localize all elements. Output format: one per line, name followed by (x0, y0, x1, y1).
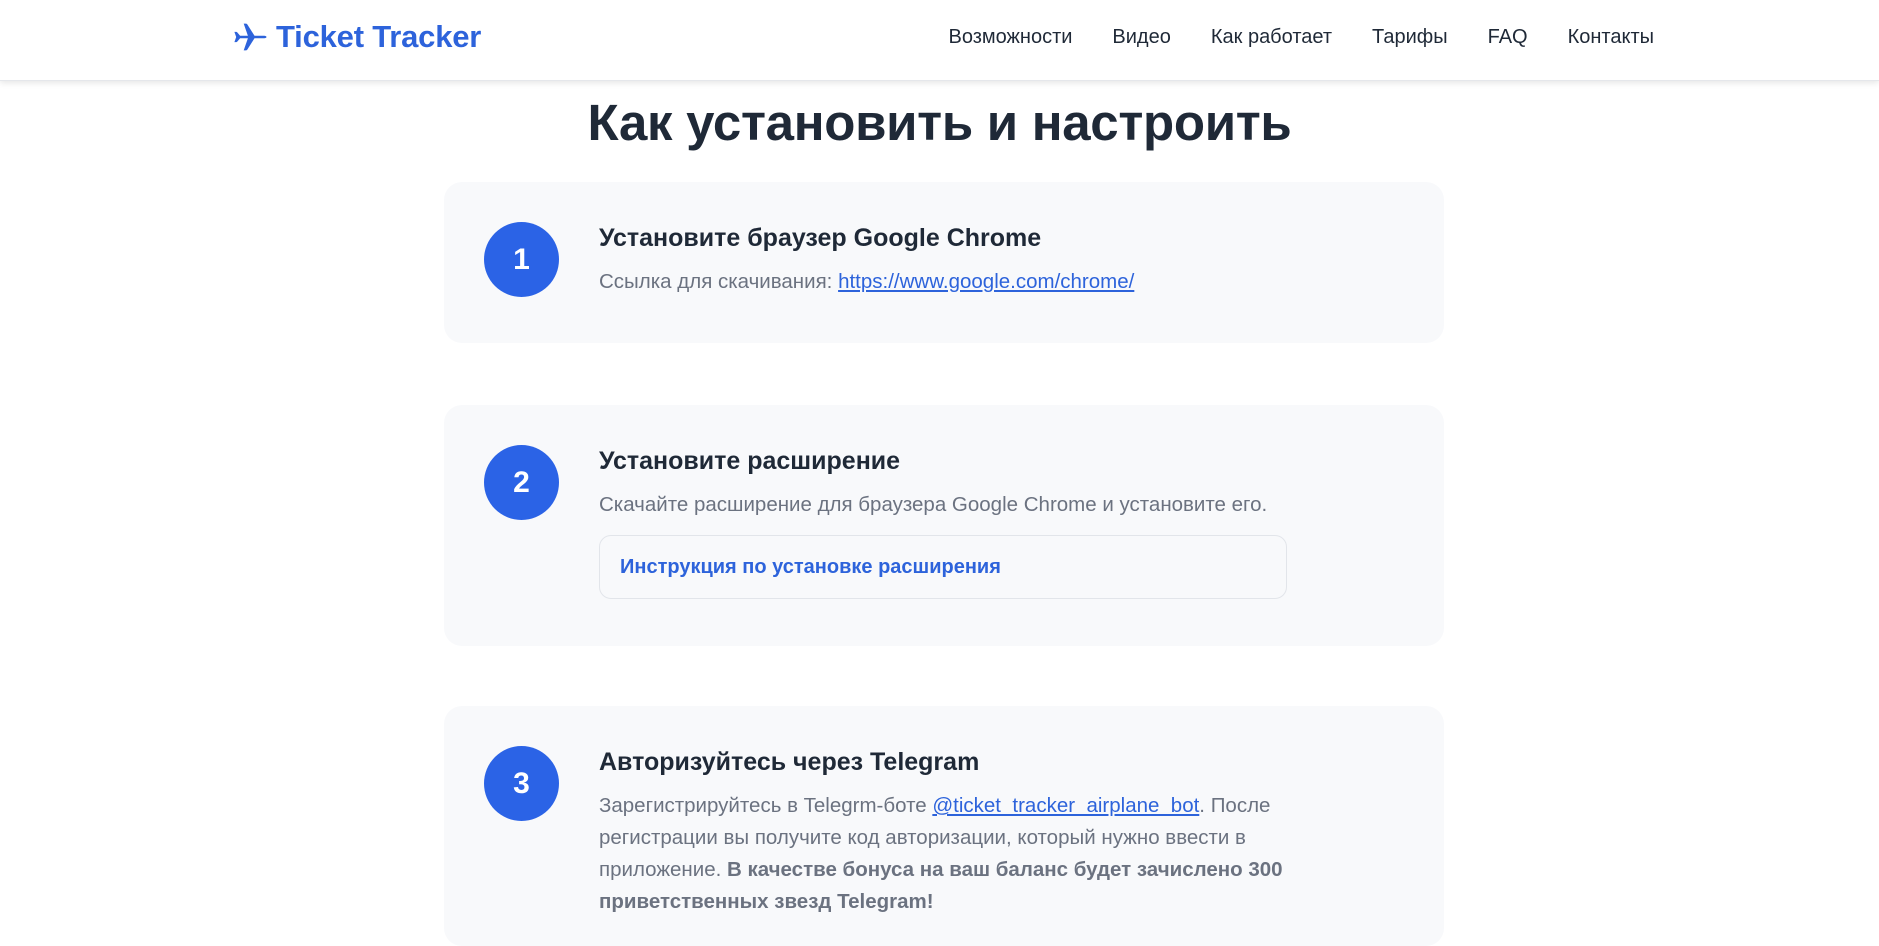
step-description: Зарегистрируйтесь в Telegrm-боте @ticket… (599, 790, 1319, 918)
site-header: Ticket Tracker Возможности Видео Как раб… (0, 0, 1879, 81)
step-card-2: 2 Установите расширение Скачайте расшире… (444, 405, 1444, 646)
logo-link[interactable]: Ticket Tracker (232, 19, 481, 55)
airplane-icon (234, 23, 267, 51)
step-content: Установите браузер Google Chrome Ссылка … (599, 222, 1319, 298)
step-description-text: Ссылка для скачивания: (599, 270, 839, 293)
chrome-download-link[interactable]: https://www.google.com/chrome/ (838, 270, 1134, 293)
nav-item-how-it-works[interactable]: Как работает (1211, 26, 1332, 49)
step-content: Установите расширение Скачайте расширени… (599, 445, 1319, 599)
step-description: Скачайте расширение для браузера Google … (599, 493, 1268, 516)
nav-item-video[interactable]: Видео (1112, 26, 1170, 49)
nav-item-features[interactable]: Возможности (948, 26, 1072, 49)
step-number-badge: 3 (484, 746, 559, 821)
step-content: Авторизуйтесь через Telegram Зарегистрир… (599, 746, 1319, 918)
telegram-bot-link[interactable]: @ticket_tracker_airplane_bot (932, 794, 1199, 817)
extension-instructions-link[interactable]: Инструкция по установке расширения (620, 556, 1001, 579)
nav-item-pricing[interactable]: Тарифы (1372, 26, 1448, 49)
extension-instructions-button[interactable]: Инструкция по установке расширения (599, 535, 1287, 599)
step-number-badge: 1 (484, 222, 559, 297)
step-card-3: 3 Авторизуйтесь через Telegram Зарегистр… (444, 706, 1444, 946)
logo-text: Ticket Tracker (276, 19, 482, 54)
step-card-1: 1 Установите браузер Google Chrome Ссылк… (444, 182, 1444, 343)
nav-item-faq[interactable]: FAQ (1488, 26, 1528, 49)
step-description: Ссылка для скачивания: https://www.googl… (599, 266, 1319, 298)
step-title: Авторизуйтесь через Telegram (599, 748, 980, 776)
nav-item-contacts[interactable]: Контакты (1568, 26, 1654, 49)
main-nav: Возможности Видео Как работает Тарифы FA… (948, 22, 1654, 52)
step-title: Установите расширение (599, 447, 901, 475)
step-description-prefix: Зарегистрируйтесь в Telegrm-боте (599, 794, 933, 817)
step-title: Установите браузер Google Chrome (599, 224, 1042, 252)
step-number-badge: 2 (484, 445, 559, 520)
section-title: Как установить и настроить (587, 94, 1292, 151)
